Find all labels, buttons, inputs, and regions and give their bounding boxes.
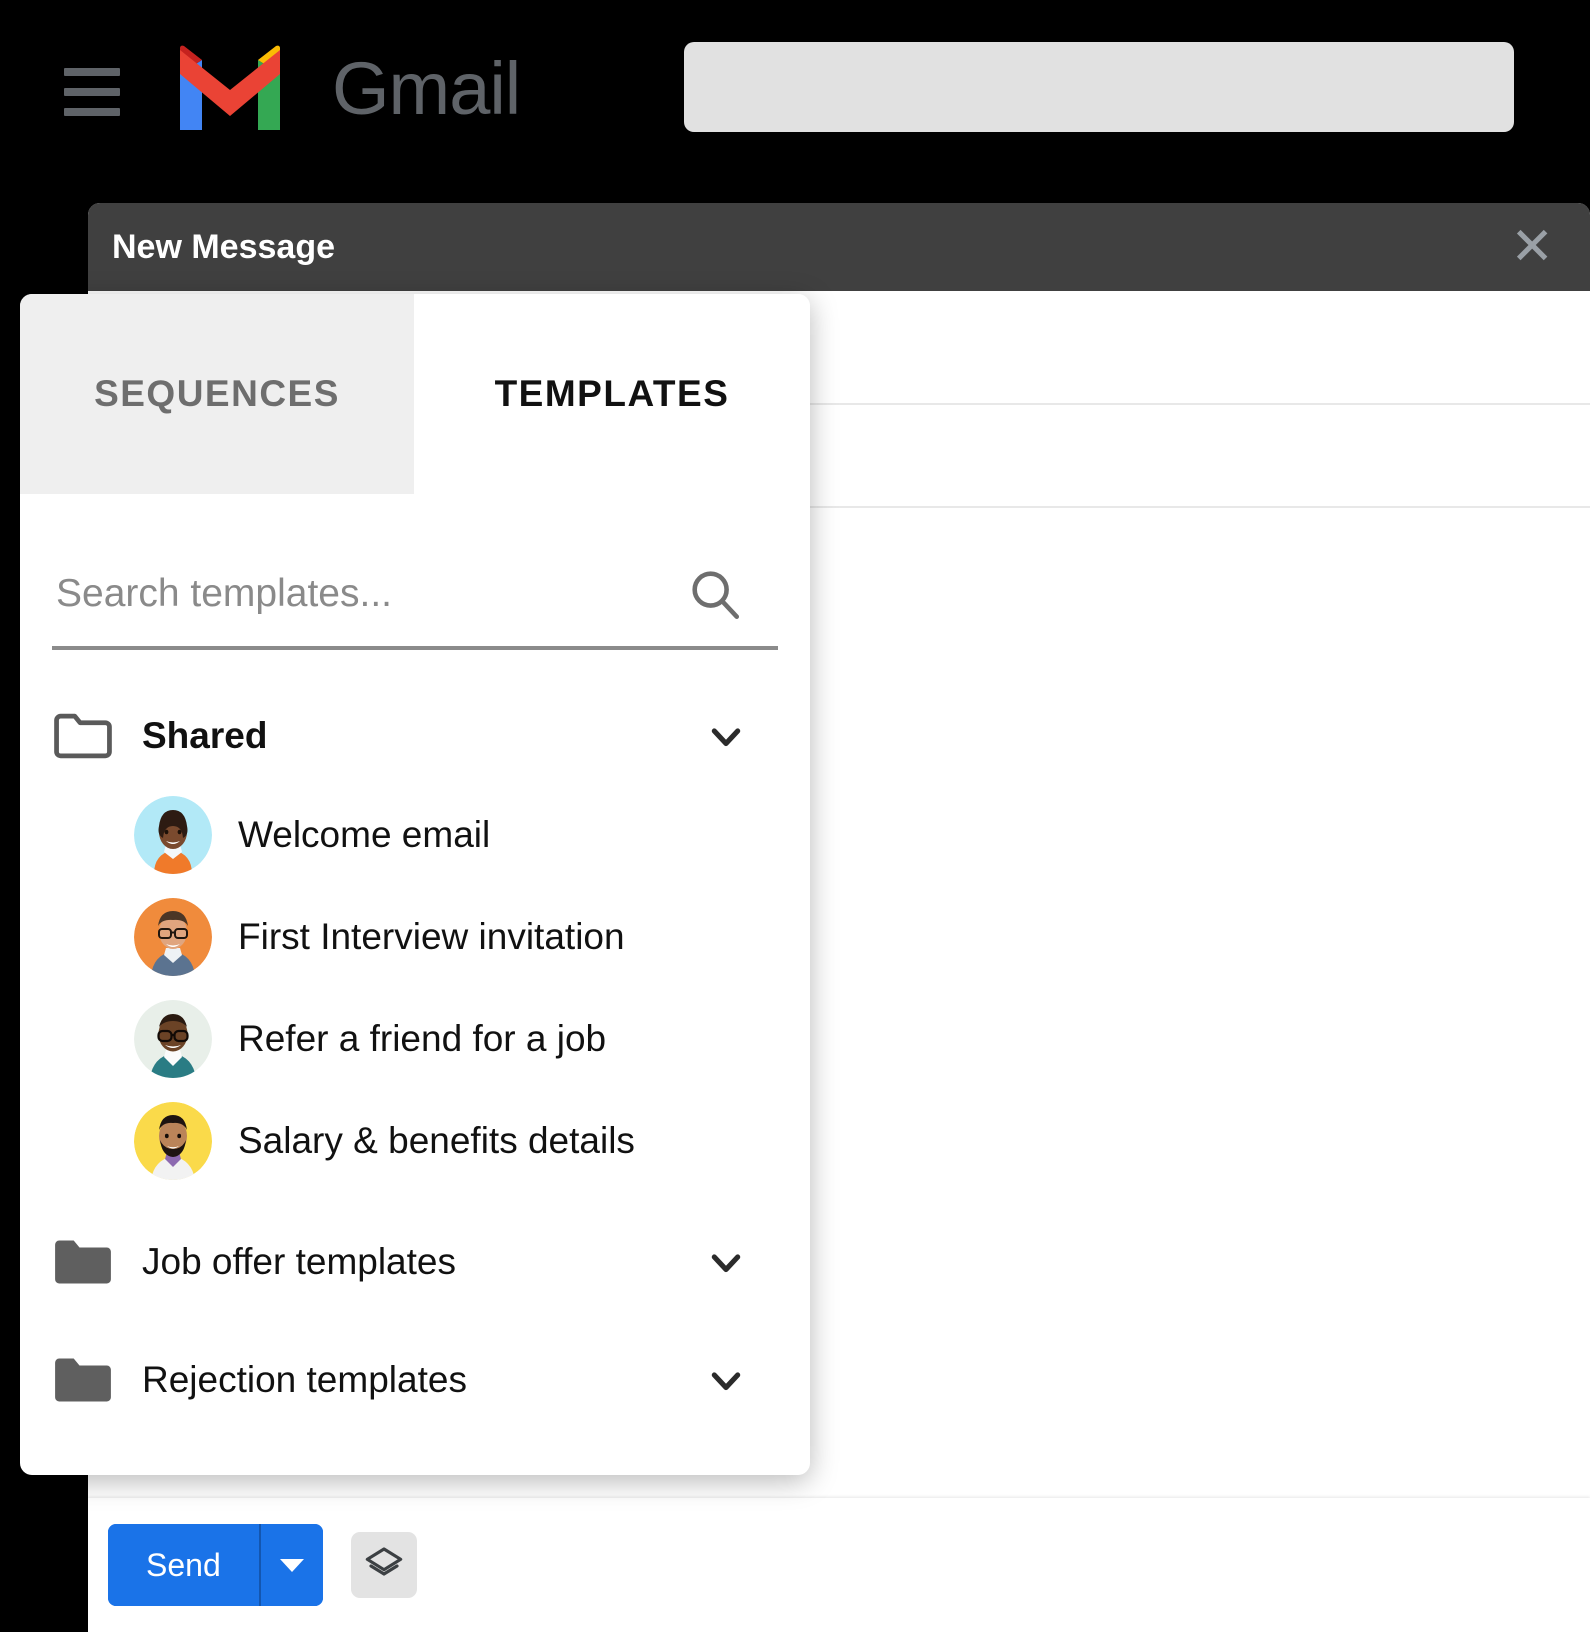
template-item-label: Welcome email (238, 814, 491, 855)
hamburger-bar (64, 88, 120, 96)
compose-title: New Message (112, 227, 335, 266)
templates-folder-list: Shared Welcome email First Interview inv… (20, 688, 810, 1428)
search-icon[interactable] (686, 565, 744, 623)
folder-label: Job offer templates (142, 1241, 456, 1282)
close-icon[interactable]: ✕ (1510, 221, 1564, 273)
tab-templates[interactable]: TEMPLATES (414, 294, 810, 494)
chevron-down-icon (279, 1558, 304, 1572)
compose-window-header: New Message ✕ (88, 203, 1590, 291)
folder-outline-icon (52, 711, 114, 761)
compose-toolbar: Send (88, 1498, 1590, 1632)
folder-row-job-offer-templates[interactable]: Job offer templates (42, 1214, 788, 1310)
template-item-salary-benefits-details[interactable]: Salary & benefits details (42, 1090, 788, 1192)
send-options-dropdown-button[interactable] (260, 1524, 323, 1606)
chevron-down-icon[interactable] (706, 1242, 746, 1282)
chevron-down-icon[interactable] (706, 1360, 746, 1400)
folder-row-shared[interactable]: Shared (42, 688, 788, 784)
template-item-label: Refer a friend for a job (238, 1018, 607, 1059)
templates-search-input[interactable] (52, 572, 686, 616)
hamburger-bar (64, 68, 120, 76)
templates-dropdown-panel: SEQUENCES TEMPLATES Shared (20, 294, 810, 1475)
send-button[interactable]: Send (108, 1524, 259, 1606)
hamburger-menu-icon[interactable] (64, 62, 120, 116)
folder-filled-icon (52, 1237, 114, 1287)
chevron-down-icon[interactable] (706, 716, 746, 756)
folder-label: Shared (142, 715, 268, 756)
template-item-label: First Interview invitation (238, 916, 625, 957)
hamburger-bar (64, 108, 120, 116)
templates-search-row (52, 542, 778, 650)
templates-panel-tabs: SEQUENCES TEMPLATES (20, 294, 810, 494)
templates-toolbar-button[interactable] (350, 1532, 417, 1598)
template-item-label: Salary & benefits details (238, 1120, 635, 1161)
folder-filled-icon (52, 1355, 114, 1405)
folder-row-rejection-templates[interactable]: Rejection templates (42, 1332, 788, 1428)
folder-label: Rejection templates (142, 1359, 467, 1400)
avatar-woman-afro (134, 796, 212, 874)
gmail-wordmark: Gmail (332, 47, 521, 130)
tab-sequences[interactable]: SEQUENCES (20, 294, 414, 494)
gmail-logo-icon (172, 44, 288, 134)
avatar-man-glasses-teal (134, 1000, 212, 1078)
template-item-welcome-email[interactable]: Welcome email (42, 784, 788, 886)
gmail-top-header: Gmail (0, 0, 1590, 176)
avatar-man-glasses-orange (134, 898, 212, 976)
screen-root: Gmail New Message ✕ Send SEQUENCES TEMPL… (0, 0, 1590, 1632)
template-item-first-interview-invitation[interactable]: First Interview invitation (42, 886, 788, 988)
send-button-group: Send (108, 1524, 323, 1606)
gmail-search-input[interactable] (684, 42, 1514, 132)
layers-icon (364, 1544, 404, 1587)
avatar-man-beard-yellow (134, 1102, 212, 1180)
template-item-refer-a-friend-for-a-job[interactable]: Refer a friend for a job (42, 988, 788, 1090)
